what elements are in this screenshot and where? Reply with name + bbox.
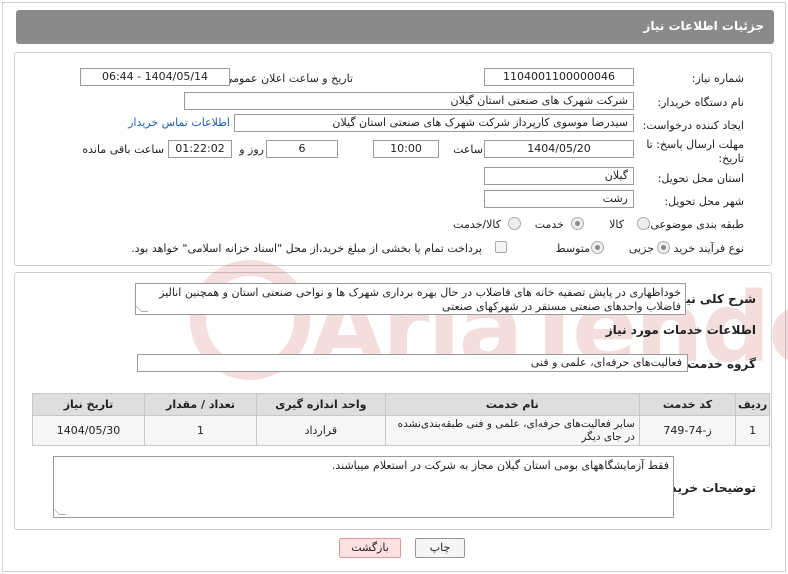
table-header-row: ردیف کد خدمت نام خدمت واحد اندازه گیری ت…: [31, 393, 770, 416]
print-button[interactable]: چاپ: [415, 538, 465, 558]
process-minor-label: جزیی: [628, 242, 654, 255]
days-label: روز و: [239, 143, 264, 156]
column-header-name: نام خدمت: [384, 393, 640, 416]
category-label: طبقه بندی موضوعی:: [646, 218, 744, 231]
province-label: استان محل تحویل:: [657, 172, 744, 185]
city-field[interactable]: رشت: [484, 190, 634, 208]
time-remaining-label: ساعت باقی مانده: [82, 143, 164, 156]
province-field[interactable]: گیلان: [484, 167, 634, 185]
back-button[interactable]: بازگشت: [339, 538, 401, 558]
buyer-notes-text: فقط آزمایشگاههای بومی استان گیلان مجاز ب…: [331, 459, 669, 472]
deadline-date-field[interactable]: 1404/05/20: [484, 140, 634, 158]
unit-cell: قرارداد: [255, 415, 386, 446]
resize-handle-icon[interactable]: [54, 508, 67, 515]
city-label: شهر محل تحویل:: [664, 195, 744, 208]
service-group-field[interactable]: فعالیت‌های حرفه‌ای، علمی و فنی: [137, 354, 688, 372]
service-group-label: گروه خدمت:: [682, 357, 756, 371]
service-code-cell: ز-74-749: [638, 415, 737, 446]
table-row[interactable]: 1 ز-74-749 سایر فعالیت‌های حرفه‌ای، علمی…: [31, 415, 770, 446]
qty-cell: 1: [144, 415, 257, 446]
process-medium-radio[interactable]: [591, 241, 604, 254]
page-title: جزئیات اطلاعات نیاز: [643, 19, 764, 33]
services-table: ردیف کد خدمت نام خدمت واحد اندازه گیری ت…: [31, 393, 770, 446]
column-header-qty: تعداد / مقدار: [144, 393, 257, 416]
deadline-label: مهلت ارسال پاسخ: تا: [646, 138, 744, 151]
days-remaining-field[interactable]: 6: [266, 140, 338, 158]
description-textarea[interactable]: خوداظهاری در پایش تصفیه خانه های فاضلاب …: [135, 283, 686, 315]
column-header-code: کد خدمت: [638, 393, 737, 416]
page-header: جزئیات اطلاعات نیاز: [16, 10, 774, 44]
time-remaining-field[interactable]: 01:22:02: [168, 140, 232, 158]
process-type-label: نوع فرآیند خرید :: [666, 242, 744, 255]
buyer-org-label: نام دستگاه خریدار:: [657, 96, 744, 109]
buyer-contact-link[interactable]: اطلاعات تماس خریدار: [128, 116, 230, 129]
column-header-unit: واحد اندازه گیری: [255, 393, 386, 416]
resize-handle-icon[interactable]: [136, 305, 149, 312]
need-number-field[interactable]: 1104001100000046: [484, 68, 634, 86]
deadline-date-label: تاریخ:: [718, 152, 744, 165]
need-number-label: شماره نیاز:: [691, 72, 744, 85]
service-name-cell: سایر فعالیت‌های حرفه‌ای، علمی و فنی طبقه…: [384, 415, 640, 446]
description-text: خوداظهاری در پایش تصفیه خانه های فاضلاب …: [159, 286, 681, 313]
category-goods-label: کالا: [609, 218, 624, 231]
category-goods-service-label: کالا/خدمت: [453, 218, 501, 231]
row-number-cell: 1: [735, 415, 770, 446]
category-goods-service-radio[interactable]: [508, 217, 521, 230]
deadline-time-label: ساعت: [453, 143, 483, 156]
treasury-payment-note: پرداخت تمام یا بخشی از مبلغ خرید،از محل …: [131, 242, 482, 255]
creator-field[interactable]: سیدرضا موسوی کارپرداز شرکت شهرک های صنعت…: [234, 114, 634, 132]
need-date-cell: 1404/05/30: [31, 415, 146, 446]
services-section-title: اطلاعات خدمات مورد نیاز: [605, 323, 756, 337]
process-medium-label: متوسط: [555, 242, 590, 255]
announce-date-label: تاریخ و ساعت اعلان عمومی:: [220, 72, 353, 85]
creator-label: ایجاد کننده درخواست:: [642, 119, 744, 132]
category-service-radio[interactable]: [571, 217, 584, 230]
process-minor-radio[interactable]: [657, 241, 670, 254]
treasury-payment-checkbox[interactable]: [495, 241, 507, 253]
category-goods-radio[interactable]: [637, 217, 650, 230]
column-header-date: تاریخ نیاز: [31, 393, 146, 416]
buyer-notes-textarea[interactable]: فقط آزمایشگاههای بومی استان گیلان مجاز ب…: [53, 456, 674, 518]
column-header-row-number: ردیف: [735, 393, 770, 416]
deadline-time-field[interactable]: 10:00: [373, 140, 439, 158]
announce-date-field[interactable]: 1404/05/14 - 06:44: [80, 68, 230, 86]
category-service-label: خدمت: [534, 218, 564, 231]
buyer-org-field[interactable]: شرکت شهرک های صنعتی استان گیلان: [184, 92, 634, 110]
